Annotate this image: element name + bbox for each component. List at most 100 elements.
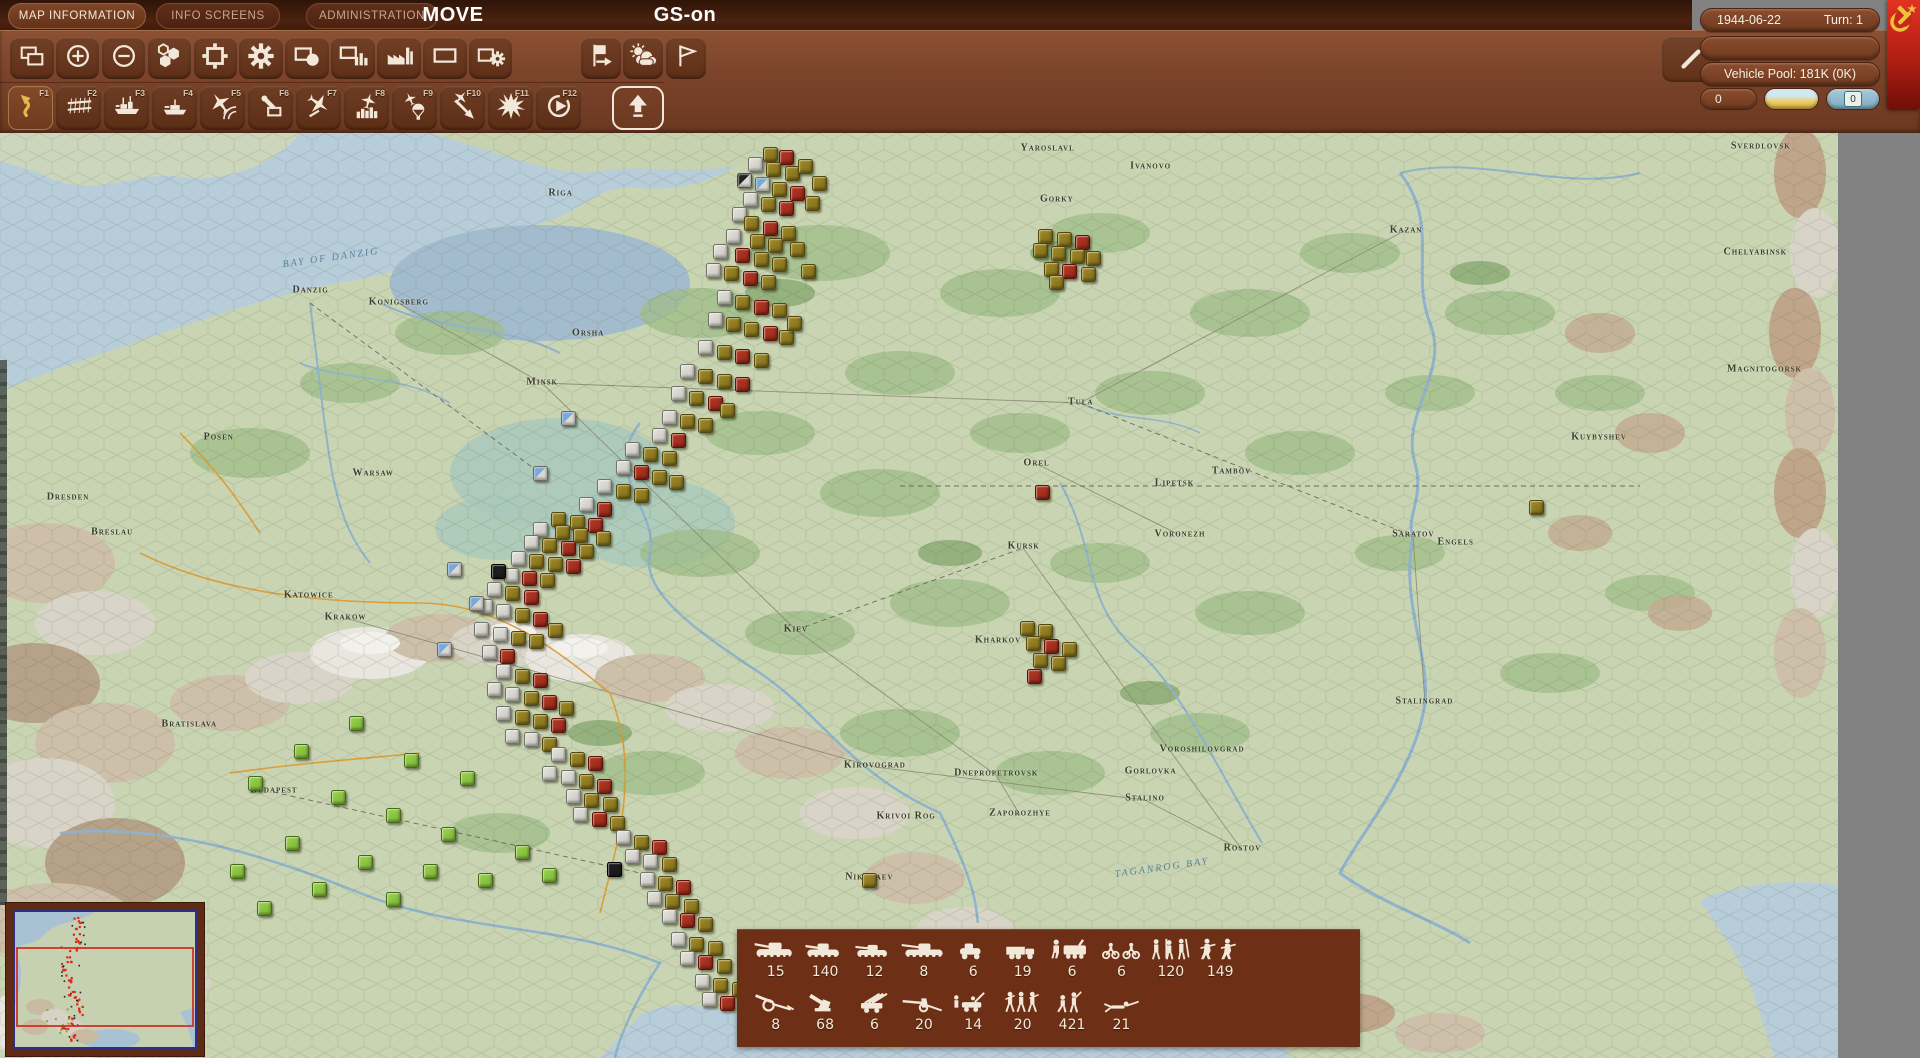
unit-counter-axis-gray[interactable]: [726, 229, 741, 244]
unit-counter-allied-green[interactable]: [441, 827, 456, 842]
unit-counter-axis-gray[interactable]: [717, 290, 732, 305]
unit-counter-allied-green[interactable]: [423, 864, 438, 879]
unit-counter-soviet-olive[interactable]: [662, 857, 677, 872]
unit-counter-soviet-guards-red[interactable]: [754, 300, 769, 315]
unit-counter-allied-green[interactable]: [257, 901, 272, 916]
amphibious-mode-button[interactable]: F4: [152, 86, 197, 130]
unit-counter-soviet-olive[interactable]: [542, 538, 557, 553]
unit-counter-soviet-olive[interactable]: [584, 793, 599, 808]
unit-counter-axis-gray[interactable]: [616, 460, 631, 475]
eject-up-arrow-button[interactable]: [612, 86, 664, 130]
unit-counter-soviet-olive[interactable]: [529, 554, 544, 569]
counter-settings-button[interactable]: [469, 37, 513, 79]
unit-counter-soviet-olive[interactable]: [698, 418, 713, 433]
unit-counter-axis-gray[interactable]: [493, 627, 508, 642]
unit-counter-soviet-olive[interactable]: [744, 216, 759, 231]
unit-counter-soviet-olive[interactable]: [766, 162, 781, 177]
unit-counter-soviet-guards-red[interactable]: [779, 201, 794, 216]
unit-counter-axis-gray[interactable]: [511, 551, 526, 566]
unit-counter-soviet-olive[interactable]: [616, 484, 631, 499]
unit-counter-soviet-olive[interactable]: [524, 691, 539, 706]
unit-counter-airbase-blue[interactable]: [437, 642, 452, 657]
unit-counter-soviet-guards-red[interactable]: [763, 221, 778, 236]
movement-mode-button[interactable]: F1: [8, 86, 53, 130]
unit-counter-soviet-guards-red[interactable]: [676, 880, 691, 895]
unit-counter-soviet-olive[interactable]: [772, 257, 787, 272]
unit-counter-soviet-guards-red[interactable]: [551, 718, 566, 733]
unit-counter-axis-gray[interactable]: [695, 974, 710, 989]
unit-counter-soviet-olive[interactable]: [1529, 500, 1544, 515]
unit-counter-soviet-olive[interactable]: [713, 978, 728, 993]
unit-counter-soviet-guards-red[interactable]: [652, 840, 667, 855]
unit-counter-allied-green[interactable]: [358, 855, 373, 870]
unit-counter-soviet-olive[interactable]: [1051, 246, 1066, 261]
unit-counter-airbase-blue[interactable]: [447, 562, 462, 577]
unit-counter-airbase-blue[interactable]: [561, 411, 576, 426]
unit-counter-allied-green[interactable]: [294, 744, 309, 759]
unit-counter-soviet-olive[interactable]: [698, 917, 713, 932]
unit-counter-soviet-olive[interactable]: [658, 876, 673, 891]
unit-counter-soviet-olive[interactable]: [1033, 243, 1048, 258]
unit-counter-soviet-olive[interactable]: [768, 238, 783, 253]
unit-counter-axis-gray[interactable]: [662, 410, 677, 425]
unit-counter-soviet-olive[interactable]: [634, 488, 649, 503]
unit-counter-allied-green[interactable]: [285, 836, 300, 851]
unit-counter-allied-green[interactable]: [312, 882, 327, 897]
unit-counter-soviet-olive[interactable]: [717, 959, 732, 974]
unit-counter-soviet-olive[interactable]: [812, 176, 827, 191]
minimap[interactable]: [6, 903, 204, 1056]
unit-counter-soviet-guards-red[interactable]: [533, 673, 548, 688]
unit-counter-axis-gray[interactable]: [487, 582, 502, 597]
unit-counter-axis-gray[interactable]: [652, 428, 667, 443]
unit-counter-axis-gray[interactable]: [625, 442, 640, 457]
goto-flag-button[interactable]: [581, 37, 621, 79]
unit-counter-soviet-olive[interactable]: [744, 322, 759, 337]
unit-counter-soviet-guards-red[interactable]: [1035, 485, 1050, 500]
unit-counter-soviet-olive[interactable]: [1070, 249, 1085, 264]
unit-counter-soviet-olive[interactable]: [596, 531, 611, 546]
unit-counter-soviet-olive[interactable]: [511, 631, 526, 646]
unit-counter-soviet-olive[interactable]: [750, 234, 765, 249]
unit-counter-axis-gray[interactable]: [474, 622, 489, 637]
naval-transport-mode-button[interactable]: F3: [104, 86, 149, 130]
unit-counter-soviet-guards-red[interactable]: [735, 349, 750, 364]
unit-counter-soviet-guards-red[interactable]: [1044, 639, 1059, 654]
unit-counter-allied-green[interactable]: [386, 808, 401, 823]
unit-counter-soviet-guards-red[interactable]: [779, 150, 794, 165]
unit-counter-axis-gray[interactable]: [524, 732, 539, 747]
unit-counter-soviet-guards-red[interactable]: [533, 612, 548, 627]
unit-counter-soviet-olive[interactable]: [1026, 636, 1041, 651]
soviet-flag-banner[interactable]: [1887, 0, 1920, 110]
unit-counter-soviet-olive[interactable]: [1033, 653, 1048, 668]
unit-counter-soviet-olive[interactable]: [772, 182, 787, 197]
unit-counter-soviet-olive[interactable]: [680, 414, 695, 429]
production-button[interactable]: [377, 37, 421, 79]
unit-counter-soviet-guards-red[interactable]: [790, 186, 805, 201]
unit-counter-soviet-olive[interactable]: [548, 623, 563, 638]
unit-counter-axis-gray[interactable]: [616, 830, 631, 845]
hex-info-button[interactable]: [148, 37, 192, 79]
zoom-out-button[interactable]: [102, 37, 146, 79]
unit-counter-axis-gray[interactable]: [579, 497, 594, 512]
unit-counter-axis-gray[interactable]: [496, 604, 511, 619]
unit-counter-soviet-olive[interactable]: [515, 608, 530, 623]
unit-stats-button[interactable]: [331, 37, 375, 79]
unit-counter-soviet-olive[interactable]: [689, 391, 704, 406]
unit-counter-axis-gray[interactable]: [496, 664, 511, 679]
unit-counter-hq-black[interactable]: [491, 564, 506, 579]
unit-counter-soviet-guards-red[interactable]: [743, 271, 758, 286]
unit-counter-soviet-olive[interactable]: [787, 316, 802, 331]
unit-counter-soviet-olive[interactable]: [1081, 267, 1096, 282]
unit-counter-axis-gray[interactable]: [566, 789, 581, 804]
air-transport-mode-button[interactable]: F10: [440, 86, 485, 130]
unit-counter-soviet-olive[interactable]: [772, 303, 787, 318]
unit-counter-allied-green[interactable]: [230, 864, 245, 879]
unit-counter-soviet-guards-red[interactable]: [698, 955, 713, 970]
unit-counter-soviet-olive[interactable]: [862, 873, 877, 888]
unit-counter-soviet-olive[interactable]: [634, 835, 649, 850]
selection-box-button[interactable]: [423, 37, 467, 79]
unit-counter-axis-gray[interactable]: [504, 568, 519, 583]
unit-counter-axis-gray[interactable]: [706, 263, 721, 278]
unit-counter-axis-gray[interactable]: [561, 770, 576, 785]
unit-counter-allied-green[interactable]: [386, 892, 401, 907]
